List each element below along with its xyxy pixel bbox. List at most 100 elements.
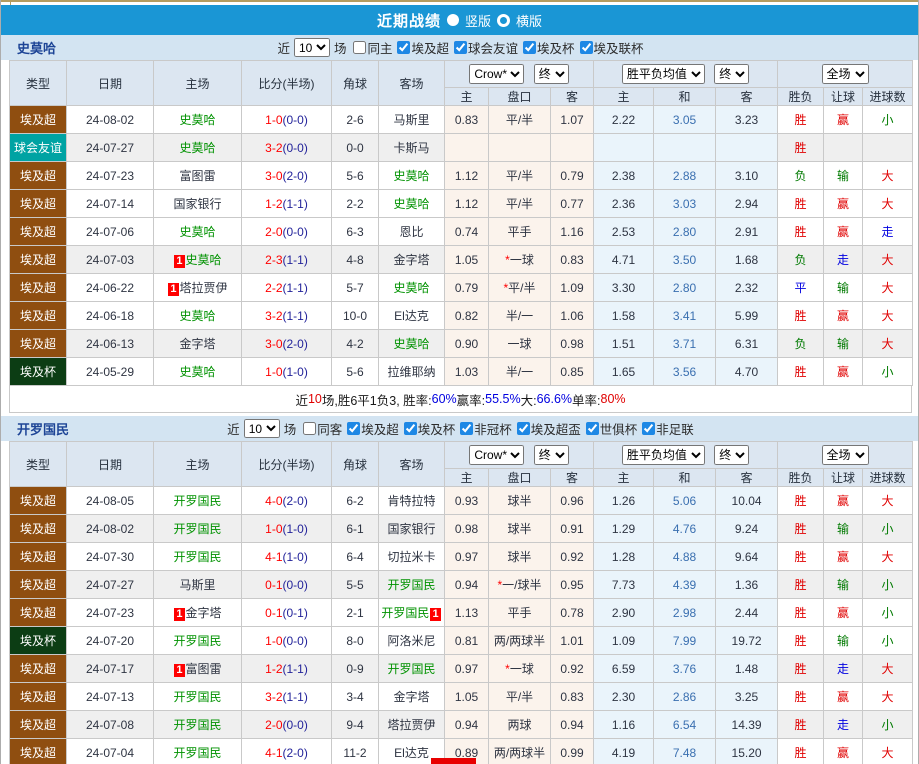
- team-label: 史莫哈: [179, 141, 216, 155]
- competition-filter[interactable]: 世俱杯: [585, 419, 637, 438]
- scope-select[interactable]: 全场: [821, 64, 869, 84]
- euro-stage-select[interactable]: 终: [714, 445, 750, 465]
- euro-away-cell: 3.25: [715, 682, 779, 711]
- halftime-score: (2-0): [282, 336, 308, 351]
- layout-vertical-label[interactable]: 竖版: [465, 11, 491, 30]
- competition-filter[interactable]: 埃及超: [347, 419, 399, 438]
- bookmaker-select[interactable]: Crow*: [469, 445, 525, 465]
- competition-label: 埃及超: [411, 42, 449, 56]
- date-cell: 24-06-22: [66, 273, 154, 302]
- odds-away-cell: 1.06: [549, 301, 595, 330]
- score-cell: 2-2(1-1): [241, 273, 332, 302]
- euro-draw-cell: 6.54: [653, 710, 717, 739]
- matches-tbody: 埃及超 24-08-05 开罗国民 4-0(2-0) 6-2 肯特拉特 0.93 球半 0.96…: [9, 486, 914, 764]
- handicap-result-cell: 赢: [823, 357, 864, 386]
- euro-odds-select[interactable]: 胜平负均值: [621, 64, 705, 84]
- fulltime-score: 3-2: [265, 308, 283, 323]
- halftime-score: (2-0): [282, 168, 308, 183]
- odds-stage-select[interactable]: 终: [533, 445, 569, 465]
- halftime-score: (0-1): [282, 605, 308, 620]
- competition-checkbox[interactable]: [460, 422, 474, 435]
- odds-line-cell: 球半: [488, 486, 551, 515]
- odds-away-cell: 0.77: [549, 189, 595, 218]
- competition-filter[interactable]: 埃及杯: [403, 419, 455, 438]
- odds-away-cell: 1.01: [549, 626, 595, 655]
- competition-checkbox[interactable]: [523, 41, 537, 54]
- layout-vertical-radio-icon[interactable]: [446, 14, 459, 26]
- competition-filter[interactable]: 埃及联杯: [579, 38, 644, 57]
- same-venue-filter[interactable]: 同主: [353, 38, 392, 57]
- competition-filter[interactable]: 非冠杯: [460, 419, 512, 438]
- col-odds-line: 盘口: [488, 87, 551, 106]
- odds-away-cell: 0.79: [549, 161, 595, 190]
- competition-filter[interactable]: 埃及杯: [523, 38, 575, 57]
- competition-checkbox[interactable]: [516, 422, 530, 435]
- euro-odds-select[interactable]: 胜平负均值: [621, 445, 705, 465]
- competition-filter[interactable]: 非足联: [642, 419, 694, 438]
- competition-checkbox[interactable]: [397, 41, 411, 54]
- competition-checkbox[interactable]: [642, 422, 656, 435]
- team-name: 开罗国民: [17, 422, 70, 437]
- euro-stage-select[interactable]: 终: [714, 64, 750, 84]
- odds-home-cell: 1.12: [444, 161, 489, 190]
- competition-filter[interactable]: 埃及超盃: [516, 419, 581, 438]
- date-cell: 24-06-18: [66, 301, 154, 330]
- team-label: 史莫哈: [179, 365, 216, 379]
- bookmaker-select[interactable]: Crow*: [469, 64, 525, 84]
- halftime-score: (0-0): [282, 577, 308, 592]
- result-cell: 胜: [777, 189, 825, 218]
- odds-away-cell: 1.09: [549, 273, 595, 302]
- team-label: 开罗国民: [173, 690, 222, 704]
- col-odds-away: 客: [549, 87, 595, 106]
- competition-checkbox[interactable]: [403, 422, 417, 435]
- odds-line-cell: 球半: [488, 514, 551, 543]
- home-team-cell: 开罗国民: [153, 738, 242, 764]
- competition-cell: 埃及超: [9, 273, 67, 302]
- same-venue-checkbox[interactable]: [303, 422, 317, 435]
- odds-line-cell: 球半: [488, 542, 551, 571]
- team-label: 史莫哈: [393, 197, 430, 211]
- games-unit-label: 场: [333, 42, 347, 56]
- layout-horizontal-label[interactable]: 横版: [516, 11, 542, 30]
- competition-checkbox[interactable]: [585, 422, 599, 435]
- competition-cell: 埃及超: [9, 329, 67, 358]
- fulltime-score: 4-1: [265, 745, 283, 760]
- halftime-score: (1-1): [282, 196, 308, 211]
- competition-checkbox[interactable]: [454, 41, 467, 54]
- match-count-select[interactable]: 10: [293, 38, 330, 57]
- euro-draw-cell: 2.88: [653, 161, 717, 190]
- fulltime-score: 1-0: [265, 364, 283, 379]
- section-header-bar: 史莫哈 近 10 场 同主 埃及超 球会友谊 埃及杯 埃及联杯: [1, 35, 918, 60]
- odds-stage-select[interactable]: 终: [533, 64, 569, 84]
- col-type: 类型: [9, 60, 67, 106]
- result-cell: 胜: [777, 598, 825, 627]
- competition-checkbox[interactable]: [579, 41, 593, 54]
- same-venue-filter[interactable]: 同客: [303, 419, 342, 438]
- date-cell: 24-05-29: [66, 357, 154, 386]
- team-label: 开罗国民: [173, 550, 222, 564]
- match-row: 埃及超 24-07-14 国家银行 1-2(1-1) 2-2 史莫哈 1.12 平/半 0.77…: [9, 189, 914, 218]
- away-team-cell: 拉维耶纳: [378, 357, 445, 386]
- score-cell: 4-1(1-0): [241, 542, 332, 571]
- score-cell: 2-0(0-0): [241, 217, 332, 246]
- goals-result-cell: 大: [862, 682, 914, 711]
- fulltime-score: 0-1: [265, 577, 283, 592]
- result-cell: 胜: [777, 486, 825, 515]
- table-header-row-groups: 类型 日期 主场 比分(半场) 角球 客场 Crow* 终 胜平负均值 终 全场: [9, 441, 914, 487]
- competition-filter[interactable]: 球会友谊: [454, 38, 518, 57]
- away-team-cell: 开罗国民 1: [378, 598, 445, 627]
- home-team-cell: 开罗国民: [153, 542, 242, 571]
- competition-cell: 埃及超: [9, 217, 67, 246]
- corner-cell: 2-2: [331, 189, 379, 218]
- layout-horizontal-radio-icon[interactable]: [497, 13, 510, 27]
- odds-home-cell: 0.93: [444, 486, 489, 515]
- col-euro-away: 客: [715, 87, 779, 106]
- competition-checkbox[interactable]: [347, 422, 361, 435]
- same-venue-checkbox[interactable]: [353, 41, 367, 54]
- team-name: 史莫哈: [17, 41, 57, 56]
- filter-bar: 近 10 场 同客 埃及超 埃及杯 非冠杯 埃及超盃 世俱杯 非足联: [225, 419, 694, 438]
- date-cell: 24-06-13: [66, 329, 154, 358]
- competition-filter[interactable]: 埃及超: [397, 38, 449, 57]
- match-count-select[interactable]: 10: [243, 419, 280, 438]
- scope-select[interactable]: 全场: [821, 445, 869, 465]
